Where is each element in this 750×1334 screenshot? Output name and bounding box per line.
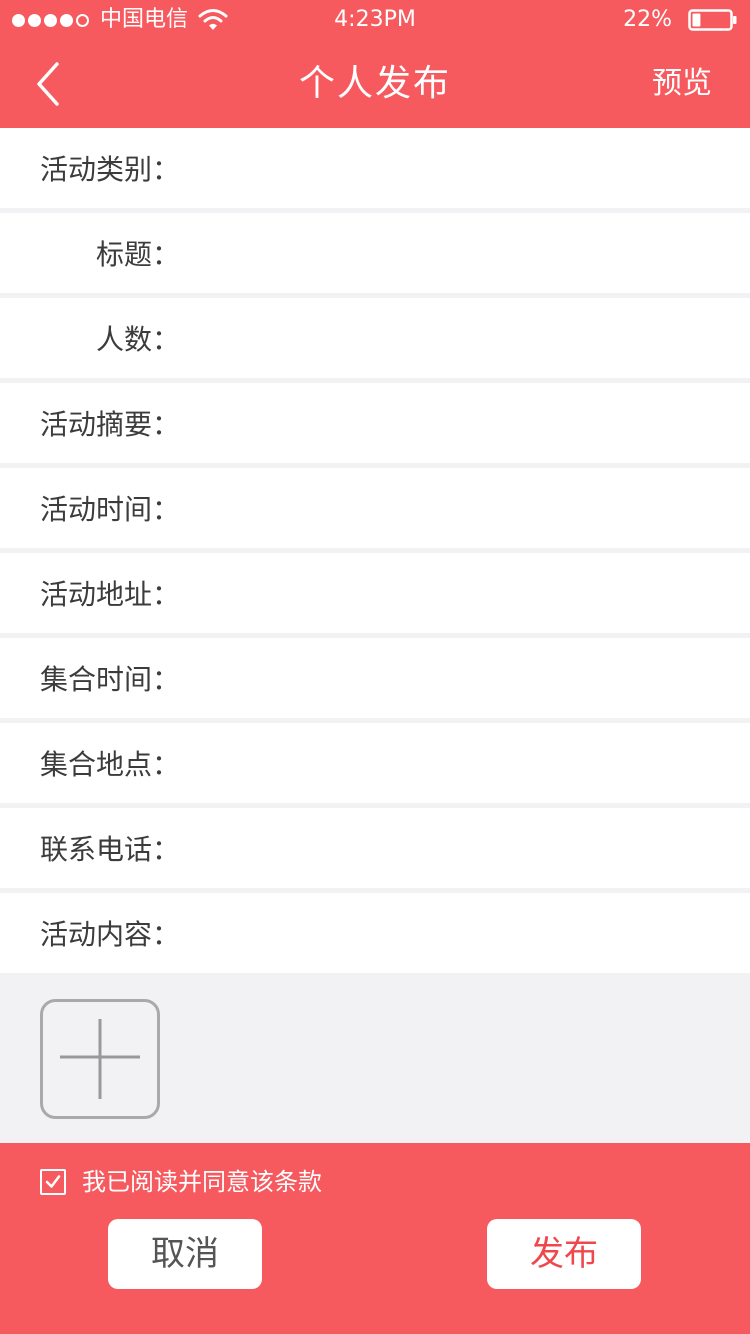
phone-label: 联系电话：	[39, 833, 180, 866]
battery-icon	[688, 9, 737, 31]
plus-icon	[40, 999, 160, 1119]
summary-field[interactable]	[190, 393, 734, 455]
add-image-button[interactable]	[40, 999, 160, 1119]
category-label: 活动类别：	[39, 153, 180, 186]
title-field[interactable]	[190, 223, 734, 285]
preview-button[interactable]: 预览	[652, 64, 712, 104]
battery-percentage: 22%	[623, 7, 672, 32]
publish-form: 活动类别： 标题： 人数： 活动摘要： 活动时间： 活动地址： 集合时间： 集合…	[0, 128, 750, 973]
form-row-meeting-place: 集合地点：	[0, 723, 750, 803]
event-time-label: 活动时间：	[39, 493, 180, 526]
status-bar: 中国电信 4:23PM 22%	[0, 0, 750, 40]
form-row-summary: 活动摘要：	[0, 383, 750, 463]
event-time-field[interactable]	[190, 478, 734, 540]
form-row-category: 活动类别：	[0, 128, 750, 208]
form-row-headcount: 人数：	[0, 298, 750, 378]
content-label: 活动内容：	[39, 918, 180, 951]
publish-button[interactable]: 发布	[487, 1219, 641, 1289]
page-title: 个人发布	[298, 63, 451, 104]
title-label: 标题：	[95, 238, 180, 271]
footer-bar: 我已阅读并同意该条款 取消 发布	[0, 1143, 750, 1334]
navigation-bar: 个人发布 预览	[0, 40, 750, 128]
category-field[interactable]	[190, 138, 734, 200]
agreement-text: 我已阅读并同意该条款	[82, 1168, 322, 1196]
cancel-button[interactable]: 取消	[108, 1219, 262, 1289]
meeting-time-label: 集合时间：	[39, 663, 180, 696]
form-row-title: 标题：	[0, 213, 750, 293]
meeting-place-label: 集合地点：	[39, 748, 180, 781]
phone-field[interactable]	[190, 818, 734, 880]
status-right: 22%	[623, 7, 738, 33]
content-field[interactable]	[190, 903, 734, 965]
meeting-place-field[interactable]	[190, 733, 734, 795]
agreement-toggle[interactable]: 我已阅读并同意该条款	[40, 1167, 322, 1197]
form-row-phone: 联系电话：	[0, 808, 750, 888]
agreement-checkbox[interactable]	[40, 1169, 66, 1195]
event-address-label: 活动地址：	[39, 578, 180, 611]
meeting-time-field[interactable]	[190, 648, 734, 710]
form-row-event-address: 活动地址：	[0, 553, 750, 633]
form-row-meeting-time: 集合时间：	[0, 638, 750, 718]
headcount-field[interactable]	[190, 308, 734, 370]
event-address-field[interactable]	[190, 563, 734, 625]
checkmark-icon	[45, 1175, 61, 1188]
form-row-content: 活动内容：	[0, 893, 750, 973]
battery-level-fill	[692, 13, 701, 27]
image-upload-area	[0, 973, 750, 1143]
headcount-label: 人数：	[95, 323, 180, 356]
summary-label: 活动摘要：	[39, 408, 180, 441]
form-row-event-time: 活动时间：	[0, 468, 750, 548]
